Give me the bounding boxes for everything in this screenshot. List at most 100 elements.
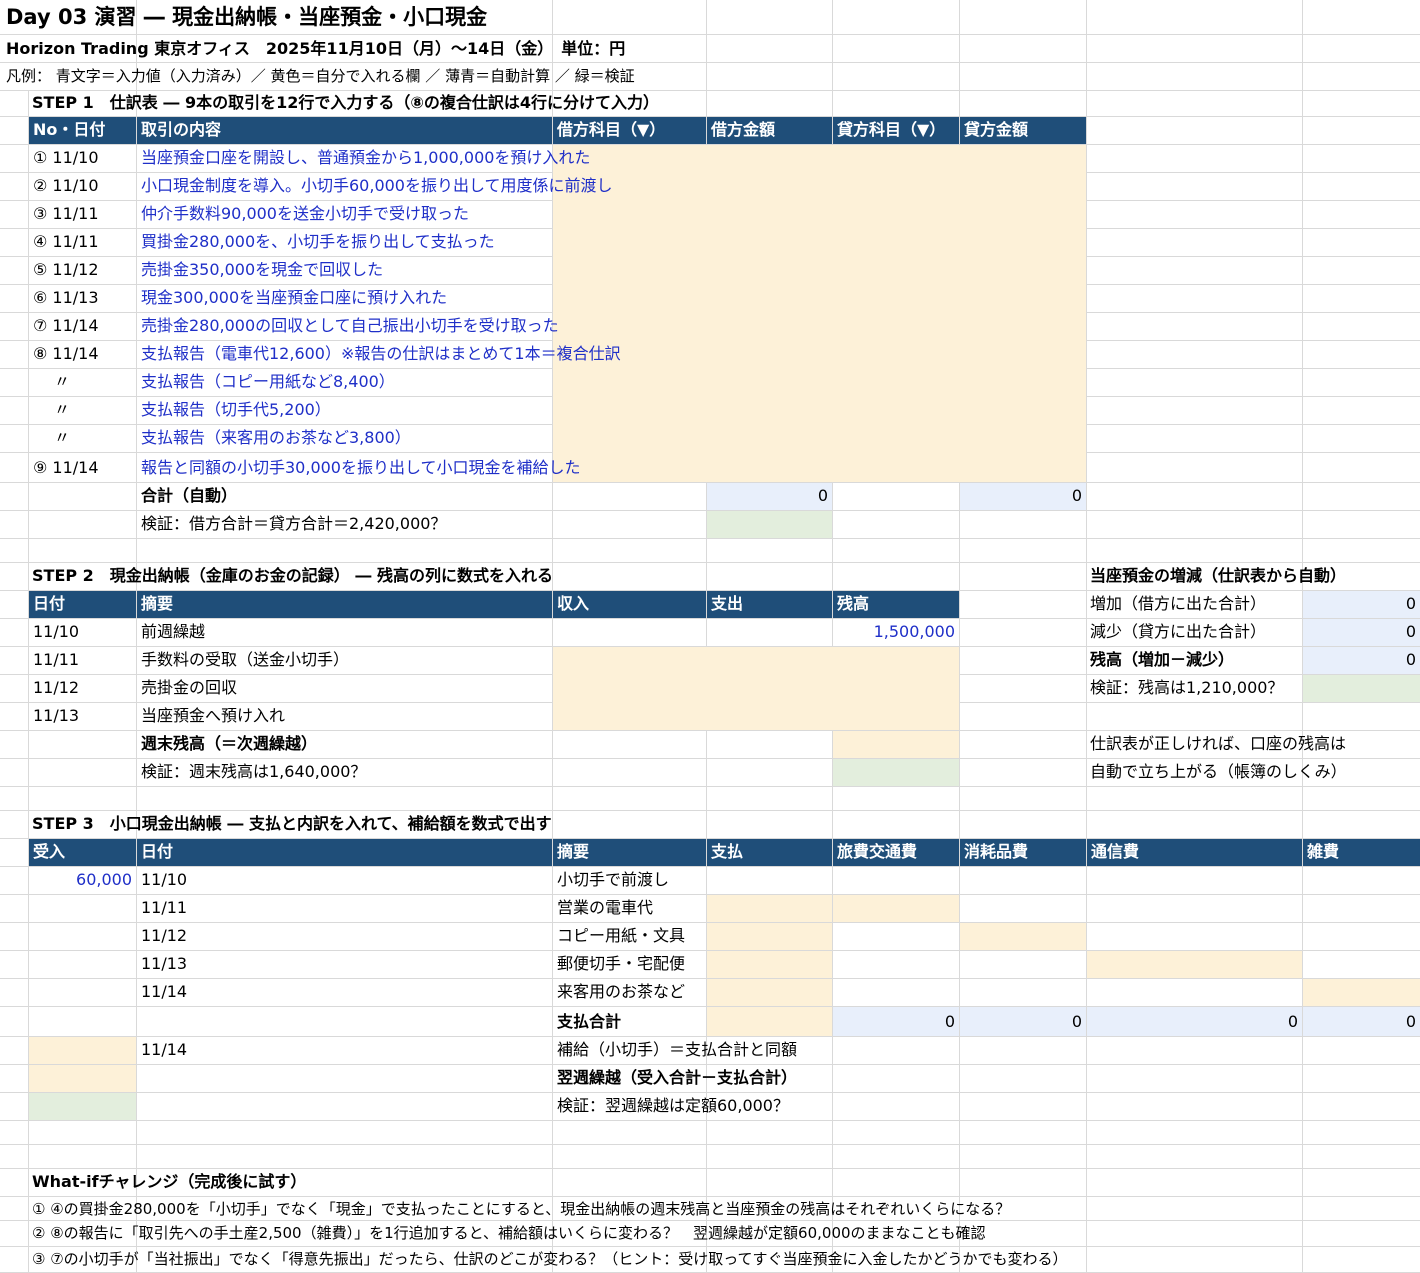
petty-supplies-total: 0 <box>960 1007 1086 1036</box>
petty-row-desc: コピー用紙・文具 <box>557 926 686 945</box>
whatif-item: ② ⑧の報告に「取引先への手土産2,500（雑費）」を1行追加すると、補給額はい… <box>32 1224 986 1242</box>
step1-header-no-date: No・日付 <box>29 117 136 144</box>
page-title: Day 03 演習 ― 現金出納帳・当座預金・小口現金 <box>6 5 488 29</box>
whatif-title: What-ifチャレンジ（完成後に試す） <box>32 1172 307 1191</box>
step3-header-payment: 支払 <box>707 839 832 866</box>
petty-communication-input[interactable] <box>1087 951 1302 978</box>
cashbook-input-area[interactable] <box>553 647 959 730</box>
journal-row-no: ⑨ 11/14 <box>33 458 99 477</box>
step1-header-debit-amount: 借方金額 <box>707 117 832 144</box>
journal-row-desc[interactable]: 支払報告（コピー用紙など8,400） <box>137 369 399 396</box>
step3-header-date: 日付 <box>137 839 552 866</box>
petty-payment-input[interactable] <box>707 923 832 950</box>
petty-row-date: 11/10 <box>141 870 188 889</box>
petty-communication-total: 0 <box>1087 1007 1302 1036</box>
journal-row-no: ⑥ 11/13 <box>33 288 99 307</box>
bank-increase-label: 増加（借方に出た合計） <box>1090 594 1267 613</box>
journal-row-no: ① 11/10 <box>33 148 99 167</box>
petty-misc-input[interactable] <box>1303 979 1420 1006</box>
petty-travel-input[interactable] <box>833 895 959 922</box>
journal-row-desc[interactable]: 報告と同額の小切手30,000を振り出して小口現金を補給した <box>137 453 585 482</box>
petty-replenish-label: 補給（小切手）＝支払合計と同額 <box>557 1040 798 1059</box>
step2-header-description: 摘要 <box>137 591 552 618</box>
bank-title: 当座預金の増減（仕訳表から自動） <box>1090 566 1347 585</box>
page-subtitle: Horizon Trading 東京オフィス 2025年11月10日（月）～14… <box>6 39 626 58</box>
journal-row-no: ② 11/10 <box>33 176 99 195</box>
petty-row-desc: 郵便切手・宅配便 <box>557 954 686 973</box>
cashbook-end-balance[interactable] <box>833 731 959 758</box>
credit-total: 0 <box>960 483 1086 510</box>
step1-header-description: 取引の内容 <box>137 117 552 144</box>
petty-payment-input[interactable] <box>707 951 832 978</box>
cashbook-opening-balance[interactable]: 1,500,000 <box>833 619 959 646</box>
legend: 凡例： 青文字＝入力値（入力済み）／ 黄色＝自分で入れる欄 ／ 薄青＝自動計算 … <box>6 67 635 85</box>
bank-balance-value: 0 <box>1303 647 1420 674</box>
cashbook-row-date: 11/13 <box>33 706 80 725</box>
journal-row-desc[interactable]: 買掛金280,000を、小切手を振り出して支払った <box>137 229 499 256</box>
bank-note-line1: 仕訳表が正しければ、口座の残高は <box>1090 734 1347 753</box>
step2-header-date: 日付 <box>29 591 136 618</box>
debit-total: 0 <box>707 483 832 510</box>
step1-input-area[interactable] <box>553 145 1086 482</box>
cashbook-row-date: 11/12 <box>33 678 80 697</box>
petty-row-date: 11/11 <box>141 898 188 917</box>
petty-payment-total-input[interactable] <box>707 1007 832 1036</box>
step2-header-expense: 支出 <box>707 591 832 618</box>
petty-supplies-input[interactable] <box>960 923 1086 950</box>
cashbook-row-desc: 前週繰越 <box>141 622 206 641</box>
petty-row-date: 11/13 <box>141 954 188 973</box>
step3-title: STEP 3 小口現金出納帳 ― 支払と内訳を入れて、補給額を数式で出す <box>32 814 552 833</box>
petty-row-date: 11/14 <box>141 982 188 1001</box>
petty-misc-total: 0 <box>1303 1007 1420 1036</box>
step1-header-credit-account: 貸方科目（▼） <box>833 117 959 144</box>
journal-row-desc[interactable]: 支払報告（電車代12,600）※報告の仕訳はまとめて1本＝複合仕訳 <box>137 341 625 368</box>
bank-decrease-value: 0 <box>1303 619 1420 646</box>
step3-header-travel: 旅費交通費 <box>833 839 959 866</box>
whatif-item: ③ ⑦の小切手が「当社振出」でなく「得意先振出」だったら、仕訳のどこが変わる？（… <box>32 1250 1068 1268</box>
petty-total-label: 支払合計 <box>557 1012 622 1031</box>
petty-replenish-date: 11/14 <box>141 1040 188 1059</box>
step3-header-description: 摘要 <box>553 839 706 866</box>
step3-header-supplies: 消耗品費 <box>960 839 1086 866</box>
journal-row-desc[interactable]: 小口現金制度を導入。小切手60,000を振り出して用度係に前渡し <box>137 173 617 200</box>
cashbook-row-date: 11/11 <box>33 650 80 669</box>
journal-row-desc[interactable]: 売掛金350,000を現金で回収した <box>137 257 387 284</box>
journal-row-desc[interactable]: 当座預金口座を開設し、普通預金から1,000,000を預け入れた <box>137 145 594 172</box>
whatif-item: ① ④の買掛金280,000を「小切手」でなく「現金」で支払ったことにすると、現… <box>32 1200 1011 1218</box>
step1-check-label: 検証：借方合計＝貸方合計＝2,420,000？ <box>141 514 447 533</box>
step2-header-income: 収入 <box>553 591 706 618</box>
petty-replenish-input[interactable] <box>29 1037 136 1064</box>
cashbook-check-label: 検証：週末残高は1,640,000？ <box>141 762 367 781</box>
petty-check-label: 検証：翌週繰越は定額60,000？ <box>557 1096 789 1115</box>
petty-row-desc: 営業の電車代 <box>557 898 654 917</box>
journal-row-no: 〃 <box>54 428 71 447</box>
journal-row-desc[interactable]: 支払報告（切手代5,200） <box>137 397 335 424</box>
bank-balance-label: 残高（増加－減少） <box>1090 650 1235 669</box>
journal-row-no: ④ 11/11 <box>33 232 99 251</box>
petty-carry-label: 翌週繰越（受入合計－支払合計） <box>557 1068 798 1087</box>
step2-title: STEP 2 現金出納帳（金庫のお金の記録） ― 残高の列に数式を入れる <box>32 566 553 585</box>
step2-header-balance: 残高 <box>833 591 959 618</box>
journal-row-desc[interactable]: 現金300,000を当座預金口座に預け入れた <box>137 285 451 312</box>
petty-payment-input[interactable] <box>707 895 832 922</box>
bank-increase-value: 0 <box>1303 591 1420 618</box>
cashbook-row-desc: 手数料の受取（送金小切手） <box>141 650 350 669</box>
step1-title: STEP 1 仕訳表 ― 9本の取引を12行で入力する（⑧の複合仕訳は4行に分け… <box>32 93 660 112</box>
spreadsheet: Day 03 演習 ― 現金出納帳・当座預金・小口現金 Horizon Trad… <box>0 0 1420 1273</box>
journal-row-desc[interactable]: 仲介手数料90,000を送金小切手で受け取った <box>137 201 473 228</box>
petty-payment-input[interactable] <box>707 979 832 1006</box>
bank-check-cell[interactable] <box>1303 675 1420 702</box>
petty-check-cell[interactable] <box>29 1093 136 1120</box>
journal-row-no: ③ 11/11 <box>33 204 99 223</box>
step3-header-communication: 通信費 <box>1087 839 1302 866</box>
journal-row-desc[interactable]: 売掛金280,000の回収として自己振出小切手を受け取った <box>137 313 563 340</box>
cashbook-check-cell[interactable] <box>833 759 959 786</box>
step1-check-cell[interactable] <box>707 511 832 538</box>
cashbook-row-date: 11/10 <box>33 622 80 641</box>
petty-receipt[interactable]: 60,000 <box>29 867 136 894</box>
bank-decrease-label: 減少（貸方に出た合計） <box>1090 622 1267 641</box>
step3-header-receipt: 受入 <box>29 839 136 866</box>
petty-carry-input[interactable] <box>29 1065 136 1092</box>
petty-travel-total: 0 <box>833 1007 959 1036</box>
journal-row-desc[interactable]: 支払報告（来客用のお茶など3,800） <box>137 425 415 452</box>
